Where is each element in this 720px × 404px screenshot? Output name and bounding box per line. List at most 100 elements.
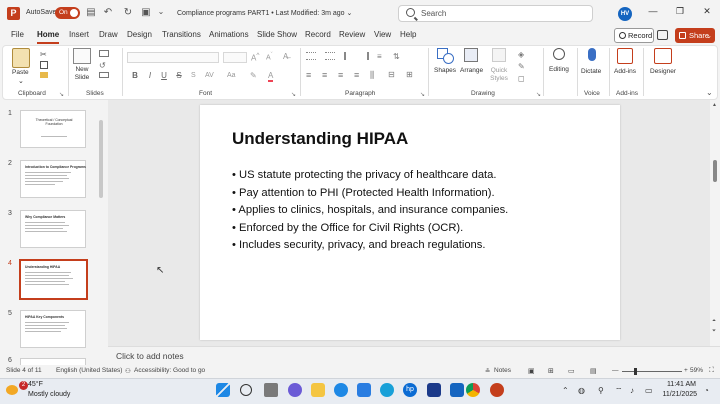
justify-icon[interactable]: ≡ [354,70,359,80]
customize-toolbar-icon[interactable]: ⌄ [154,7,168,16]
settings-app-icon[interactable] [427,383,441,397]
taskbar-search-icon[interactable] [240,384,252,396]
close-button[interactable]: ✕ [697,6,717,17]
clipboard-launcher-icon[interactable]: ↘ [59,91,64,98]
tab-insert[interactable]: Insert [69,30,89,39]
numbering-icon[interactable] [325,52,335,60]
thumbnail-slide-2[interactable]: Introduction to Compliance Programs [20,160,86,198]
paste-label[interactable]: Paste [12,69,29,76]
font-launcher-icon[interactable]: ↘ [291,91,296,98]
align-center-icon[interactable]: ≡ [322,70,327,80]
slide-scrollbar-thumb[interactable] [713,160,717,182]
decrease-font-icon[interactable]: Aˇ [266,52,273,61]
strikethrough-button[interactable]: S [174,71,184,80]
weather-temperature[interactable]: 45°F [28,381,43,388]
section-icon[interactable] [99,72,109,78]
quick-styles-label[interactable]: Quick Styles [487,67,511,83]
increase-indent-icon[interactable] [360,52,369,60]
shape-outline-icon[interactable]: ✎ [518,62,525,71]
normal-view-icon[interactable]: ▣ [528,367,535,375]
thumbnail-slide-4[interactable]: Understanding HIPAA [19,259,88,300]
zoom-level[interactable]: 59% [690,367,703,374]
change-case-icon[interactable]: Aa [227,72,236,79]
bullets-icon[interactable] [306,52,316,60]
format-painter-icon[interactable] [40,72,48,78]
arrange-icon[interactable] [464,48,478,62]
zoom-slider-thumb[interactable] [634,368,637,375]
tab-review[interactable]: Review [339,30,365,39]
copilot-icon[interactable] [288,383,302,397]
tab-animations[interactable]: Animations [209,30,249,39]
shape-effects-icon[interactable]: ◻ [518,74,525,83]
italic-button[interactable]: I [145,71,155,80]
powerpoint-taskbar-icon[interactable] [490,383,504,397]
increase-font-icon[interactable]: A^ [251,52,259,63]
undo-icon[interactable]: ↶ [101,7,115,18]
font-size-dropdown[interactable] [223,52,247,63]
highlight-icon[interactable]: ✎ [250,71,257,80]
tab-view[interactable]: View [374,30,391,39]
layout-icon[interactable] [99,50,109,57]
zoom-out-icon[interactable]: — [612,367,619,374]
paragraph-launcher-icon[interactable]: ↘ [420,91,425,98]
language-indicator[interactable]: English (United States) [56,367,122,374]
store-icon[interactable] [357,383,371,397]
slide-bullet-list[interactable]: • US statute protecting the privacy of h… [232,167,508,255]
comments-icon[interactable] [657,30,668,40]
bold-button[interactable]: B [130,71,140,80]
search-input[interactable]: Search [398,5,593,22]
new-slide-icon[interactable] [73,48,91,64]
next-slide-icon[interactable]: ⏷ [712,328,716,334]
copy-icon[interactable] [40,61,48,69]
notifications-icon[interactable]: ◔ [704,386,709,395]
clock-date[interactable]: 11/21/2025 [657,391,697,398]
fit-to-window-icon[interactable]: ⛶ [709,367,714,375]
redo-icon[interactable]: ↻ [121,7,135,18]
designer-icon[interactable] [654,48,672,64]
tab-slide-show[interactable]: Slide Show [257,30,297,39]
clock-time[interactable]: 11:41 AM [664,381,696,388]
weather-cloud-icon[interactable] [6,385,18,395]
notes-toggle[interactable]: Notes [494,367,511,374]
character-spacing-icon[interactable]: AV [205,72,214,79]
text-direction-icon[interactable]: ⇅ [393,52,400,61]
save-icon[interactable]: ▤ [84,7,98,18]
share-button[interactable]: Share ⌄ [675,28,715,43]
cut-icon[interactable]: ✂ [40,50,47,59]
previous-slide-icon[interactable]: ⏶ [712,318,716,324]
quick-styles-icon[interactable] [492,48,506,62]
slideshow-view-icon[interactable]: ▤ [590,367,597,375]
thumbnail-slide-5[interactable]: HIPAA Key Components [20,310,86,348]
tab-file[interactable]: File [11,30,24,39]
font-name-dropdown[interactable] [127,52,219,63]
reset-icon[interactable]: ↺ [99,61,106,70]
notes-pane[interactable]: Click to add notes [108,346,720,364]
battery-icon[interactable]: ▭ [645,386,653,395]
document-title[interactable]: Compliance programs PART1 • Last Modifie… [177,9,352,17]
decrease-indent-icon[interactable] [344,52,353,60]
file-explorer-icon[interactable] [311,383,325,397]
columns-icon[interactable]: ⫼ [370,70,374,81]
tab-record[interactable]: Record [305,30,331,39]
wifi-icon[interactable]: ⌔ [615,386,623,396]
tab-draw[interactable]: Draw [99,30,118,39]
paste-dropdown-icon[interactable]: ⌄ [18,77,24,85]
tab-transitions[interactable]: Transitions [162,30,201,39]
record-button[interactable]: Record [614,28,654,43]
align-text-icon[interactable]: ⊟ [388,70,395,79]
editing-search-icon[interactable] [553,48,565,60]
designer-label[interactable]: Designer [650,68,676,75]
weather-description[interactable]: Mostly cloudy [28,391,70,398]
zoom-slider[interactable] [622,371,682,372]
arrange-label[interactable]: Arrange [460,67,483,74]
restore-button[interactable]: ❐ [670,6,690,17]
new-slide-label[interactable]: New Slide [74,66,90,82]
avatar[interactable]: HV [618,7,632,21]
thumbnail-slide-3[interactable]: Why Compliance Matters [20,210,86,248]
autosave-toggle[interactable]: On [55,7,80,19]
text-shadow-icon[interactable]: S [191,72,196,79]
present-icon[interactable]: ▣ [139,7,153,18]
tray-app-icon[interactable]: ◍ [578,386,585,395]
paste-icon[interactable] [12,48,30,68]
dictate-label[interactable]: Dictate [581,68,601,75]
